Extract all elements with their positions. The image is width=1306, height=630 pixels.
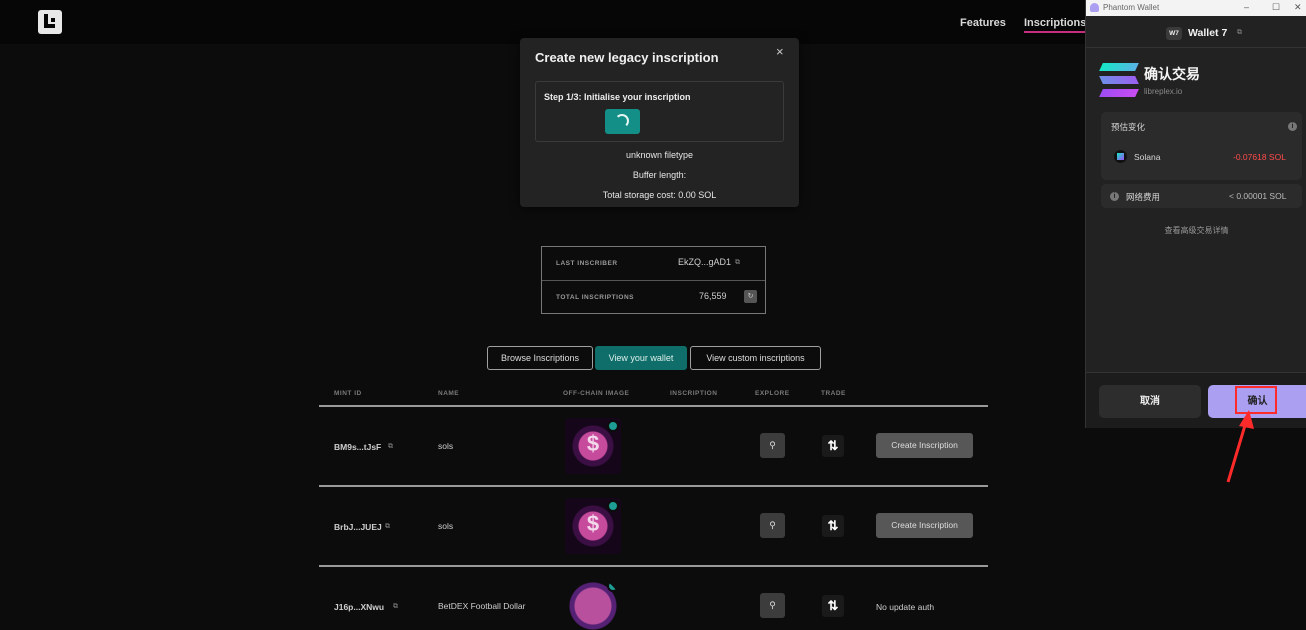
- advanced-details-link[interactable]: 查看高级交易详情: [1086, 225, 1306, 236]
- total-inscriptions-value: 76,559: [699, 291, 727, 301]
- solana-logo-icon: [1099, 63, 1139, 97]
- libreplex-logo[interactable]: [38, 10, 62, 34]
- origin-site: libreplex.io: [1144, 87, 1183, 96]
- last-inscriber-label: LAST INSCRIBER: [556, 260, 618, 267]
- nft-image: [565, 578, 621, 630]
- copy-icon[interactable]: ⧉: [735, 259, 740, 267]
- page: Features Inscriptions Create new legacy …: [0, 0, 1306, 630]
- estimated-changes-label: 预估变化: [1111, 122, 1146, 132]
- cancel-button[interactable]: 取消: [1099, 385, 1201, 418]
- solana-token-icon: [1114, 150, 1127, 163]
- window-title-bar: Phantom Wallet – ☐ ✕: [1086, 0, 1306, 16]
- view-wallet-button[interactable]: View your wallet: [595, 346, 687, 370]
- close-icon[interactable]: ×: [776, 44, 784, 59]
- copy-icon[interactable]: ⧉: [388, 443, 393, 451]
- last-inscriber-value[interactable]: EkZQ...gAD1: [678, 257, 731, 267]
- col-explore: EXPLORE: [755, 390, 790, 397]
- loading-spinner-icon: [615, 114, 629, 128]
- col-offchain-image: OFF-CHAIN IMAGE: [563, 390, 630, 397]
- wallet-avatar: W7: [1166, 27, 1182, 40]
- copy-icon[interactable]: ⧉: [393, 603, 398, 611]
- nav-inscriptions[interactable]: Inscriptions: [1024, 17, 1087, 33]
- divider: [1086, 47, 1306, 48]
- create-inscription-modal: Create new legacy inscription × Step 1/3…: [520, 38, 799, 207]
- info-icon[interactable]: i: [1288, 122, 1297, 131]
- token-name: Solana: [1134, 152, 1161, 162]
- initialise-button[interactable]: [605, 109, 640, 134]
- create-inscription-button[interactable]: Create Inscription: [876, 513, 973, 538]
- nft-image: $: [565, 498, 621, 554]
- mint-id[interactable]: BrbJ...JUEJ: [334, 522, 382, 532]
- divider: [319, 565, 988, 567]
- info-icon[interactable]: i: [1110, 192, 1119, 201]
- annotation-arrow-icon: [1226, 410, 1254, 483]
- network-fee-value: < 0.00001 SOL: [1229, 191, 1287, 201]
- step-label: Step 1/3: Initialise your inscription: [544, 92, 691, 102]
- total-inscriptions-row: TOTAL INSCRIPTIONS 76,559 ↻: [542, 280, 765, 313]
- estimated-changes-card: 预估变化 i Solana -0.07618 SOL: [1101, 112, 1302, 180]
- col-trade: TRADE: [821, 390, 846, 397]
- search-icon[interactable]: ⚲: [760, 513, 785, 538]
- copy-icon[interactable]: ⧉: [1237, 29, 1242, 37]
- trade-icon[interactable]: ⇅: [822, 435, 844, 457]
- no-update-auth-text: No update auth: [876, 602, 935, 612]
- wallet-selector[interactable]: W7 Wallet 7 ⧉: [1086, 22, 1306, 46]
- mint-id[interactable]: BM9s...tJsF: [334, 442, 381, 452]
- col-mint-id: MINT ID: [334, 390, 362, 397]
- wallet-name: Wallet 7: [1188, 27, 1228, 39]
- close-window-icon[interactable]: ✕: [1294, 2, 1302, 13]
- confirm-transaction-heading: 确认交易: [1144, 66, 1200, 82]
- phantom-ghost-icon: [1090, 3, 1099, 12]
- browse-inscriptions-button[interactable]: Browse Inscriptions: [487, 346, 593, 370]
- buffer-length-text: Buffer length:: [632, 170, 687, 180]
- nft-name: sols: [438, 521, 454, 531]
- network-fee-label: 网络费用: [1126, 192, 1161, 202]
- col-inscription: INSCRIPTION: [670, 390, 718, 397]
- storage-cost-text: Total storage cost: 0.00 SOL: [602, 190, 717, 200]
- divider: [319, 485, 988, 487]
- create-inscription-button[interactable]: Create Inscription: [876, 433, 973, 458]
- minimize-icon[interactable]: –: [1244, 2, 1249, 12]
- network-fee-card: i 网络费用 < 0.00001 SOL: [1101, 184, 1302, 208]
- copy-icon[interactable]: ⧉: [385, 523, 390, 531]
- col-name: NAME: [438, 390, 460, 397]
- search-icon[interactable]: ⚲: [760, 593, 785, 618]
- maximize-icon[interactable]: ☐: [1272, 2, 1280, 13]
- view-custom-inscriptions-button[interactable]: View custom inscriptions: [690, 346, 821, 370]
- window-title: Phantom Wallet: [1103, 3, 1160, 12]
- filetype-text: unknown filetype: [625, 150, 694, 160]
- refresh-icon[interactable]: ↻: [744, 290, 757, 303]
- trade-icon[interactable]: ⇅: [822, 595, 844, 617]
- last-inscriber-row: LAST INSCRIBER EkZQ...gAD1 ⧉: [542, 247, 765, 280]
- search-icon[interactable]: ⚲: [760, 433, 785, 458]
- total-inscriptions-label: TOTAL INSCRIPTIONS: [556, 294, 634, 301]
- modal-title: Create new legacy inscription: [535, 50, 719, 65]
- nav-features[interactable]: Features: [960, 17, 1006, 29]
- step-box: Step 1/3: Initialise your inscription: [535, 81, 784, 142]
- stats-panel: LAST INSCRIBER EkZQ...gAD1 ⧉ TOTAL INSCR…: [541, 246, 766, 314]
- token-change: -0.07618 SOL: [1233, 152, 1286, 162]
- mint-id[interactable]: J16p...XNwu: [334, 602, 384, 612]
- phantom-wallet-window: Phantom Wallet – ☐ ✕ W7 Wallet 7 ⧉ 确认交易 …: [1085, 0, 1306, 428]
- nft-image: $: [565, 418, 621, 474]
- nft-name: BetDEX Football Dollar: [438, 601, 526, 611]
- divider: [319, 405, 988, 407]
- nft-name: sols: [438, 441, 454, 451]
- trade-icon[interactable]: ⇅: [822, 515, 844, 537]
